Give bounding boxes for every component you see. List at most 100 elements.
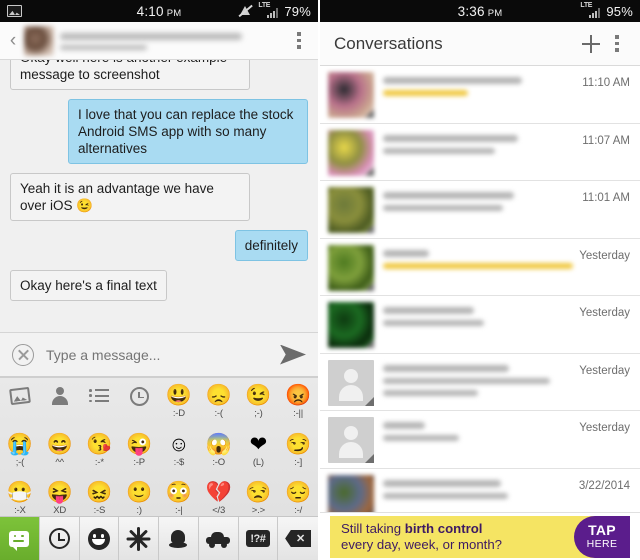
redacted-text-line	[383, 479, 501, 487]
conversation-preview-redacted	[383, 187, 576, 217]
close-circle-icon[interactable]	[12, 343, 34, 366]
emoji-key-smirk[interactable]: 😏:-]	[278, 428, 318, 476]
emoji-row-2: 😭 ;-(😄 ^^ 😘:-* 😜:-P ☺:-$ 😱:-O ❤ (L) 😏:-]	[0, 428, 318, 476]
emoji-key-sad[interactable]: 😞 :-(	[199, 378, 239, 428]
emoji-code: :-X	[14, 505, 26, 516]
objects-bell-key[interactable]	[159, 517, 199, 560]
conversation-preview-redacted	[383, 417, 573, 447]
conversation-list-item[interactable]: Yesterday	[320, 296, 640, 354]
message-bubble-incoming[interactable]: Okay well here is another example messag…	[10, 60, 250, 90]
redacted-text-line	[383, 205, 503, 211]
conversation-list-item[interactable]: 11:07 AM	[320, 123, 640, 181]
emoji-heart-icon: ❤	[249, 433, 268, 456]
contact-avatar	[328, 474, 374, 512]
default-person-avatar-icon	[328, 359, 374, 406]
emoji-code: :-S	[93, 505, 106, 516]
battery-percentage: 79%	[284, 3, 311, 19]
conversation-timestamp: 11:10 AM	[582, 77, 630, 89]
emoji-key-tongue[interactable]: 😜:-P	[119, 428, 159, 476]
conversation-list-item[interactable]: 3/22/2014	[320, 468, 640, 512]
conversation-list-item[interactable]: Yesterday	[320, 238, 640, 296]
contact-avatar[interactable]	[24, 25, 54, 56]
emoji-xd-icon: 😝	[46, 481, 73, 504]
redacted-text-line	[383, 77, 523, 84]
emoji-code: :)	[136, 505, 142, 516]
ad-tap-line1: TAP	[588, 521, 616, 538]
redacted-text-line	[383, 307, 475, 314]
message-row: definitely	[10, 230, 308, 261]
emoji-code: :-||	[293, 408, 304, 419]
message-input[interactable]	[46, 346, 268, 363]
smiley-key[interactable]	[79, 517, 120, 560]
message-bubble-outgoing[interactable]: I love that you can replace the stock An…	[68, 99, 308, 164]
emoji-key-wink[interactable]: 😉 ;-)	[239, 378, 279, 428]
emoji-code: </3	[212, 505, 226, 516]
smiley-icon	[87, 527, 110, 550]
overflow-menu-icon[interactable]	[288, 28, 310, 54]
redacted-text-line	[383, 435, 460, 441]
left-status-indicators: LTE 79%	[238, 2, 318, 19]
overflow-menu-icon[interactable]	[606, 31, 628, 57]
photos-icon	[8, 384, 32, 408]
conversation-timestamp: 3/22/2014	[578, 479, 630, 492]
message-row: Okay well here is another example messag…	[10, 60, 308, 90]
back-icon[interactable]: ‹	[4, 31, 22, 50]
car-icon	[206, 531, 231, 548]
emoji-key-blush[interactable]: ☺:-$	[159, 428, 199, 476]
emoji-key-scream[interactable]: 😱:-O	[199, 428, 239, 476]
conversation-list-item[interactable]: Yesterday	[320, 353, 640, 411]
redacted-text-line	[383, 192, 515, 199]
emoji-key-list[interactable]	[80, 378, 120, 428]
redacted-text-line	[383, 147, 496, 154]
redacted-text-line	[383, 492, 509, 499]
keyboard-bottom-bar: !?# ✕	[0, 516, 318, 560]
message-bubble-incoming[interactable]: Okay here's a final text	[10, 270, 167, 301]
emoji-key-recent[interactable]	[119, 378, 159, 428]
backspace-key[interactable]: ✕	[278, 517, 318, 560]
symbols-key[interactable]: !?#	[238, 517, 279, 560]
emoji-key-grin[interactable]: 😃 :-D	[159, 378, 199, 428]
ad-inner[interactable]: Still taking birth control every day, we…	[330, 515, 630, 558]
places-car-key[interactable]	[198, 517, 239, 560]
message-row: I love that you can replace the stock An…	[10, 99, 308, 164]
sms-emoticon-key[interactable]	[0, 517, 40, 560]
conversation-list-item[interactable]: Yesterday	[320, 411, 640, 469]
lte-signal-icon: LTE	[580, 2, 601, 18]
message-bubble-incoming[interactable]: Yeah it is an advantage we have over iOS…	[10, 173, 250, 221]
nature-flower-key[interactable]	[119, 517, 159, 560]
emoji-code: XD	[53, 505, 67, 516]
emoji-angry-icon: 😡	[285, 384, 312, 407]
contact-name-redacted	[60, 31, 288, 50]
recent-clock-key[interactable]	[39, 517, 80, 560]
emoji-key-cry[interactable]: 😭 ;-(	[0, 428, 40, 476]
send-icon[interactable]	[280, 345, 306, 365]
conversation-list-item[interactable]: 11:01 AM	[320, 181, 640, 239]
right-panel-conversation-list: 3:36 PM LTE 95% Conversations 11:10 AM 11…	[320, 0, 640, 560]
conversation-list[interactable]: 11:10 AM 11:07 AM 11:01 AM Yesterday Yesterd…	[320, 66, 640, 512]
signal-bars-icon	[267, 8, 279, 18]
emoji-key-angry[interactable]: 😡 :-||	[278, 378, 318, 428]
ad-banner[interactable]: Still taking birth control every day, we…	[320, 512, 640, 560]
new-conversation-icon[interactable]	[576, 29, 606, 59]
backspace-icon: ✕	[285, 530, 312, 547]
message-thread[interactable]: Okay well here is another example messag…	[0, 60, 318, 332]
emoji-code: :-O	[212, 457, 225, 468]
left-status-bar: 4:10 PM LTE 79%	[0, 0, 318, 22]
emoji-code: ;-(	[15, 457, 25, 468]
emoji-key-contacts[interactable]	[40, 378, 80, 428]
conversation-list-item[interactable]: 11:10 AM	[320, 66, 640, 124]
conversation-preview-redacted	[383, 475, 573, 505]
default-person-avatar-icon	[328, 417, 374, 463]
message-bubble-outgoing[interactable]: definitely	[234, 230, 308, 261]
ad-tap-here-button[interactable]: TAP HERE	[574, 515, 630, 558]
conversation-timestamp: Yesterday	[579, 364, 630, 377]
emoji-key-heart[interactable]: ❤ (L)	[239, 428, 279, 476]
emoji-key-happy[interactable]: 😄 ^^	[40, 428, 80, 476]
emoji-key-kiss[interactable]: 😘:-*	[80, 428, 120, 476]
emoji-category-row: 😃 :-D 😞 :-( 😉 ;-) 😡 :-||	[0, 378, 318, 428]
conversation-preview-redacted	[383, 302, 573, 332]
emoji-key-photos[interactable]	[0, 378, 40, 428]
ad-tap-line2: HERE	[586, 537, 618, 550]
redacted-text-line	[383, 262, 574, 269]
message-row: Yeah it is an advantage we have over iOS…	[10, 173, 308, 221]
